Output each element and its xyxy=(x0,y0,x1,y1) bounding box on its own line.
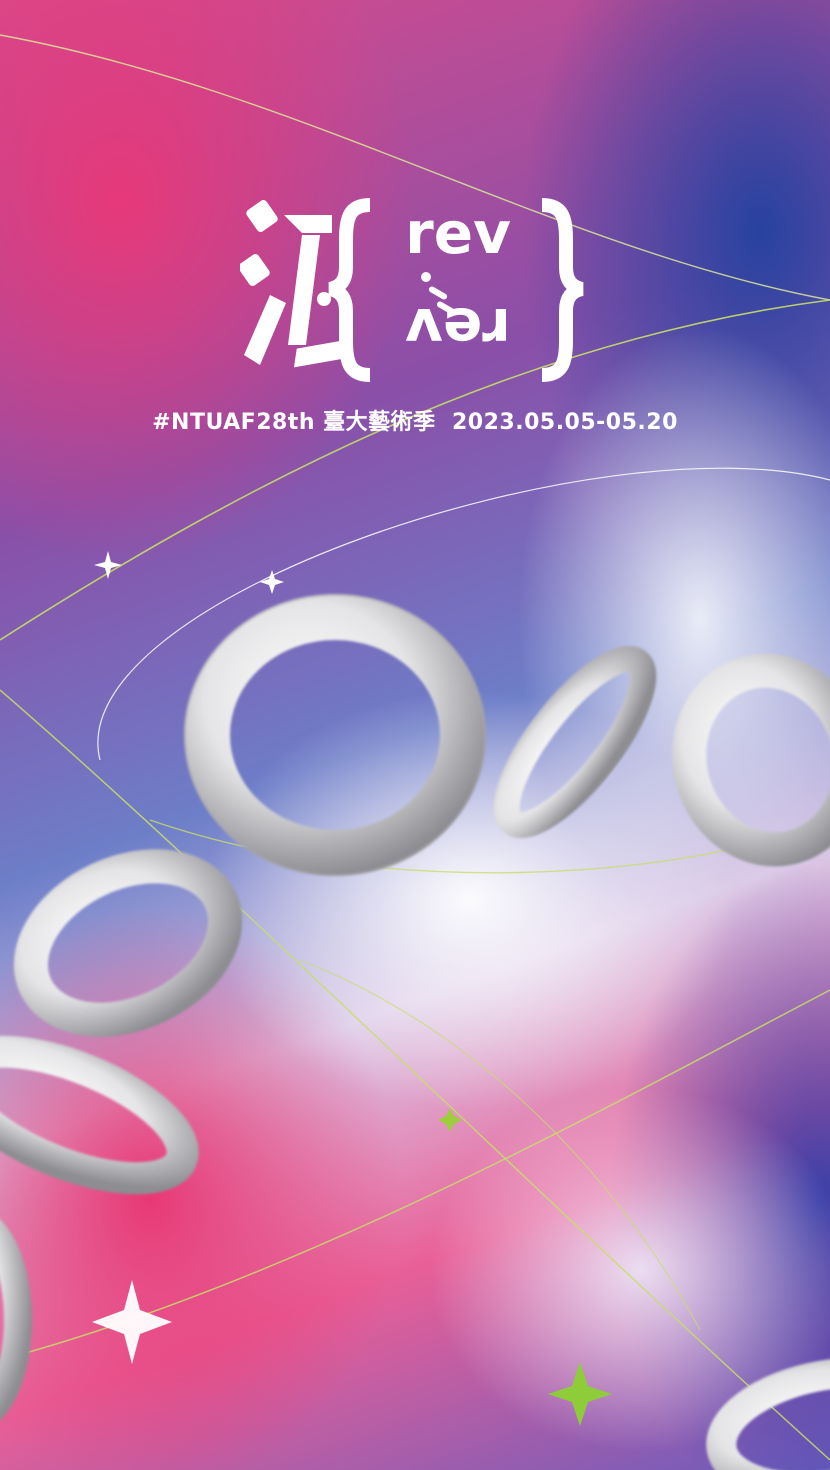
sparkle-white-icon xyxy=(94,551,122,579)
sparkle-green-icon xyxy=(438,1108,462,1132)
festival-dates: 2023.05.05-05.20 xyxy=(452,410,678,435)
sparkle-white-icon xyxy=(260,570,284,594)
sparkle-white-icon xyxy=(92,1280,172,1364)
festival-tagline: #NTUAF28th 臺大藝術季 2023.05.05-05.20 xyxy=(0,404,830,436)
sparkle-green-icon xyxy=(548,1362,612,1426)
logo-right-brace xyxy=(541,198,584,382)
logo-word-bottom: rev xyxy=(405,295,511,363)
festival-logo: rev rev xyxy=(240,198,584,382)
logo-word-top: rev xyxy=(405,199,511,267)
festival-name: 臺大藝術季 xyxy=(323,410,436,435)
festival-poster: rev rev #NTUAF28th 臺大藝術季 2023.05.05-05.2… xyxy=(0,0,830,1470)
hashtag: #NTUAF28th xyxy=(152,410,315,435)
